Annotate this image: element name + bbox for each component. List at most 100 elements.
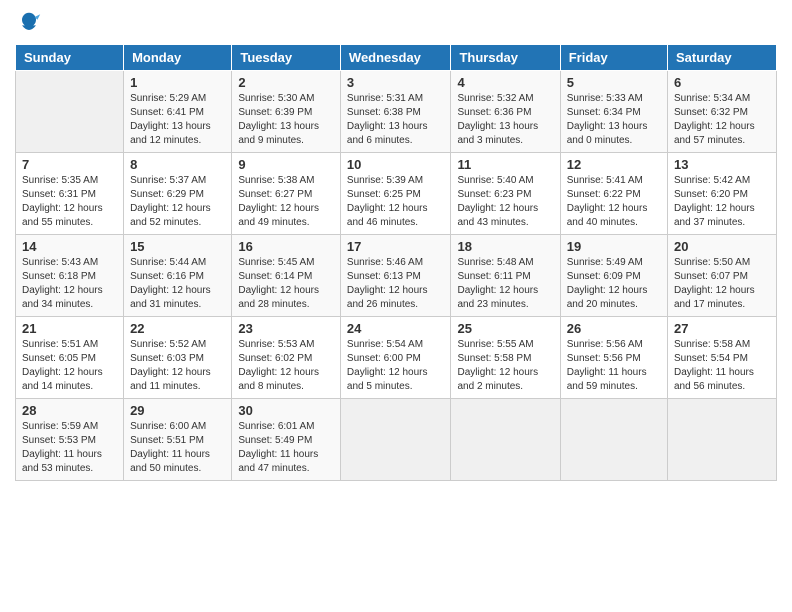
day-number: 24 bbox=[347, 321, 445, 336]
calendar-cell: 3 Sunrise: 5:31 AMSunset: 6:38 PMDaylight… bbox=[340, 71, 451, 153]
calendar-cell: 15 Sunrise: 5:44 AMSunset: 6:16 PMDayligh… bbox=[124, 235, 232, 317]
calendar-cell: 16 Sunrise: 5:45 AMSunset: 6:14 PMDayligh… bbox=[232, 235, 341, 317]
day-header-tuesday: Tuesday bbox=[232, 45, 341, 71]
day-info: Sunrise: 5:59 AMSunset: 5:53 PMDaylight:… bbox=[22, 420, 117, 476]
day-number: 29 bbox=[130, 403, 225, 418]
day-number: 6 bbox=[674, 75, 770, 90]
week-row-5: 28 Sunrise: 5:59 AMSunset: 5:53 PMDayligh… bbox=[16, 399, 777, 481]
day-number: 18 bbox=[457, 239, 553, 254]
day-info: Sunrise: 5:52 AMSunset: 6:03 PMDaylight:… bbox=[130, 338, 225, 394]
day-number: 10 bbox=[347, 157, 445, 172]
calendar-cell: 20 Sunrise: 5:50 AMSunset: 6:07 PMDayligh… bbox=[668, 235, 777, 317]
calendar-cell: 8 Sunrise: 5:37 AMSunset: 6:29 PMDaylight… bbox=[124, 153, 232, 235]
day-info: Sunrise: 5:34 AMSunset: 6:32 PMDaylight:… bbox=[674, 92, 770, 148]
day-number: 12 bbox=[567, 157, 661, 172]
header-row: SundayMondayTuesdayWednesdayThursdayFrid… bbox=[16, 45, 777, 71]
calendar-cell bbox=[560, 399, 667, 481]
day-info: Sunrise: 5:53 AMSunset: 6:02 PMDaylight:… bbox=[238, 338, 334, 394]
day-info: Sunrise: 5:43 AMSunset: 6:18 PMDaylight:… bbox=[22, 256, 117, 312]
day-number: 30 bbox=[238, 403, 334, 418]
calendar-cell: 5 Sunrise: 5:33 AMSunset: 6:34 PMDaylight… bbox=[560, 71, 667, 153]
calendar-cell: 27 Sunrise: 5:58 AMSunset: 5:54 PMDayligh… bbox=[668, 317, 777, 399]
calendar-cell: 12 Sunrise: 5:41 AMSunset: 6:22 PMDayligh… bbox=[560, 153, 667, 235]
calendar-cell: 23 Sunrise: 5:53 AMSunset: 6:02 PMDayligh… bbox=[232, 317, 341, 399]
day-number: 4 bbox=[457, 75, 553, 90]
day-info: Sunrise: 6:00 AMSunset: 5:51 PMDaylight:… bbox=[130, 420, 225, 476]
day-info: Sunrise: 6:01 AMSunset: 5:49 PMDaylight:… bbox=[238, 420, 334, 476]
calendar-cell bbox=[16, 71, 124, 153]
day-info: Sunrise: 5:31 AMSunset: 6:38 PMDaylight:… bbox=[347, 92, 445, 148]
day-number: 2 bbox=[238, 75, 334, 90]
calendar-cell: 17 Sunrise: 5:46 AMSunset: 6:13 PMDayligh… bbox=[340, 235, 451, 317]
day-number: 8 bbox=[130, 157, 225, 172]
calendar-cell: 2Sunrise: 5:30 AMSunset: 6:39 PMDaylight… bbox=[232, 71, 341, 153]
day-number: 7 bbox=[22, 157, 117, 172]
day-info: Sunrise: 5:39 AMSunset: 6:25 PMDaylight:… bbox=[347, 174, 445, 230]
calendar-cell: 11 Sunrise: 5:40 AMSunset: 6:23 PMDayligh… bbox=[451, 153, 560, 235]
calendar-cell: 4Sunrise: 5:32 AMSunset: 6:36 PMDaylight… bbox=[451, 71, 560, 153]
day-number: 13 bbox=[674, 157, 770, 172]
week-row-3: 14 Sunrise: 5:43 AMSunset: 6:18 PMDayligh… bbox=[16, 235, 777, 317]
day-number: 25 bbox=[457, 321, 553, 336]
calendar-cell bbox=[451, 399, 560, 481]
calendar-cell: 22 Sunrise: 5:52 AMSunset: 6:03 PMDayligh… bbox=[124, 317, 232, 399]
day-info: Sunrise: 5:50 AMSunset: 6:07 PMDaylight:… bbox=[674, 256, 770, 312]
day-number: 16 bbox=[238, 239, 334, 254]
week-row-2: 7 Sunrise: 5:35 AMSunset: 6:31 PMDaylight… bbox=[16, 153, 777, 235]
day-info: Sunrise: 5:40 AMSunset: 6:23 PMDaylight:… bbox=[457, 174, 553, 230]
day-number: 11 bbox=[457, 157, 553, 172]
calendar-cell: 7 Sunrise: 5:35 AMSunset: 6:31 PMDaylight… bbox=[16, 153, 124, 235]
day-number: 27 bbox=[674, 321, 770, 336]
calendar-cell: 19 Sunrise: 5:49 AMSunset: 6:09 PMDayligh… bbox=[560, 235, 667, 317]
calendar-cell: 14 Sunrise: 5:43 AMSunset: 6:18 PMDayligh… bbox=[16, 235, 124, 317]
day-info: Sunrise: 5:37 AMSunset: 6:29 PMDaylight:… bbox=[130, 174, 225, 230]
calendar-cell: 28 Sunrise: 5:59 AMSunset: 5:53 PMDayligh… bbox=[16, 399, 124, 481]
day-number: 3 bbox=[347, 75, 445, 90]
day-info: Sunrise: 5:56 AMSunset: 5:56 PMDaylight:… bbox=[567, 338, 661, 394]
week-row-1: 1Sunrise: 5:29 AMSunset: 6:41 PMDaylight… bbox=[16, 71, 777, 153]
day-number: 9 bbox=[238, 157, 334, 172]
day-header-friday: Friday bbox=[560, 45, 667, 71]
calendar-cell: 30 Sunrise: 6:01 AMSunset: 5:49 PMDayligh… bbox=[232, 399, 341, 481]
day-number: 14 bbox=[22, 239, 117, 254]
calendar-cell bbox=[668, 399, 777, 481]
day-info: Sunrise: 5:33 AMSunset: 6:34 PMDaylight:… bbox=[567, 92, 661, 148]
day-info: Sunrise: 5:42 AMSunset: 6:20 PMDaylight:… bbox=[674, 174, 770, 230]
calendar-body: 1Sunrise: 5:29 AMSunset: 6:41 PMDaylight… bbox=[16, 71, 777, 481]
header bbox=[15, 10, 777, 38]
calendar-cell bbox=[340, 399, 451, 481]
day-info: Sunrise: 5:38 AMSunset: 6:27 PMDaylight:… bbox=[238, 174, 334, 230]
day-info: Sunrise: 5:58 AMSunset: 5:54 PMDaylight:… bbox=[674, 338, 770, 394]
logo bbox=[15, 10, 47, 38]
day-header-saturday: Saturday bbox=[668, 45, 777, 71]
day-number: 19 bbox=[567, 239, 661, 254]
calendar-cell: 1Sunrise: 5:29 AMSunset: 6:41 PMDaylight… bbox=[124, 71, 232, 153]
day-info: Sunrise: 5:41 AMSunset: 6:22 PMDaylight:… bbox=[567, 174, 661, 230]
calendar-cell: 6 Sunrise: 5:34 AMSunset: 6:32 PMDaylight… bbox=[668, 71, 777, 153]
day-info: Sunrise: 5:46 AMSunset: 6:13 PMDaylight:… bbox=[347, 256, 445, 312]
day-info: Sunrise: 5:35 AMSunset: 6:31 PMDaylight:… bbox=[22, 174, 117, 230]
day-number: 5 bbox=[567, 75, 661, 90]
logo-icon bbox=[15, 10, 43, 38]
calendar-cell: 9 Sunrise: 5:38 AMSunset: 6:27 PMDaylight… bbox=[232, 153, 341, 235]
calendar-cell: 24Sunrise: 5:54 AMSunset: 6:00 PMDayligh… bbox=[340, 317, 451, 399]
day-number: 17 bbox=[347, 239, 445, 254]
day-info: Sunrise: 5:55 AMSunset: 5:58 PMDaylight:… bbox=[457, 338, 553, 394]
day-number: 26 bbox=[567, 321, 661, 336]
day-info: Sunrise: 5:44 AMSunset: 6:16 PMDaylight:… bbox=[130, 256, 225, 312]
day-number: 15 bbox=[130, 239, 225, 254]
calendar-cell: 21Sunrise: 5:51 AMSunset: 6:05 PMDayligh… bbox=[16, 317, 124, 399]
calendar-header: SundayMondayTuesdayWednesdayThursdayFrid… bbox=[16, 45, 777, 71]
day-header-thursday: Thursday bbox=[451, 45, 560, 71]
day-header-wednesday: Wednesday bbox=[340, 45, 451, 71]
day-number: 1 bbox=[130, 75, 225, 90]
calendar-table: SundayMondayTuesdayWednesdayThursdayFrid… bbox=[15, 44, 777, 481]
day-number: 22 bbox=[130, 321, 225, 336]
day-number: 20 bbox=[674, 239, 770, 254]
day-number: 28 bbox=[22, 403, 117, 418]
day-info: Sunrise: 5:49 AMSunset: 6:09 PMDaylight:… bbox=[567, 256, 661, 312]
calendar-cell: 29 Sunrise: 6:00 AMSunset: 5:51 PMDayligh… bbox=[124, 399, 232, 481]
calendar-cell: 13 Sunrise: 5:42 AMSunset: 6:20 PMDayligh… bbox=[668, 153, 777, 235]
day-number: 23 bbox=[238, 321, 334, 336]
day-info: Sunrise: 5:45 AMSunset: 6:14 PMDaylight:… bbox=[238, 256, 334, 312]
